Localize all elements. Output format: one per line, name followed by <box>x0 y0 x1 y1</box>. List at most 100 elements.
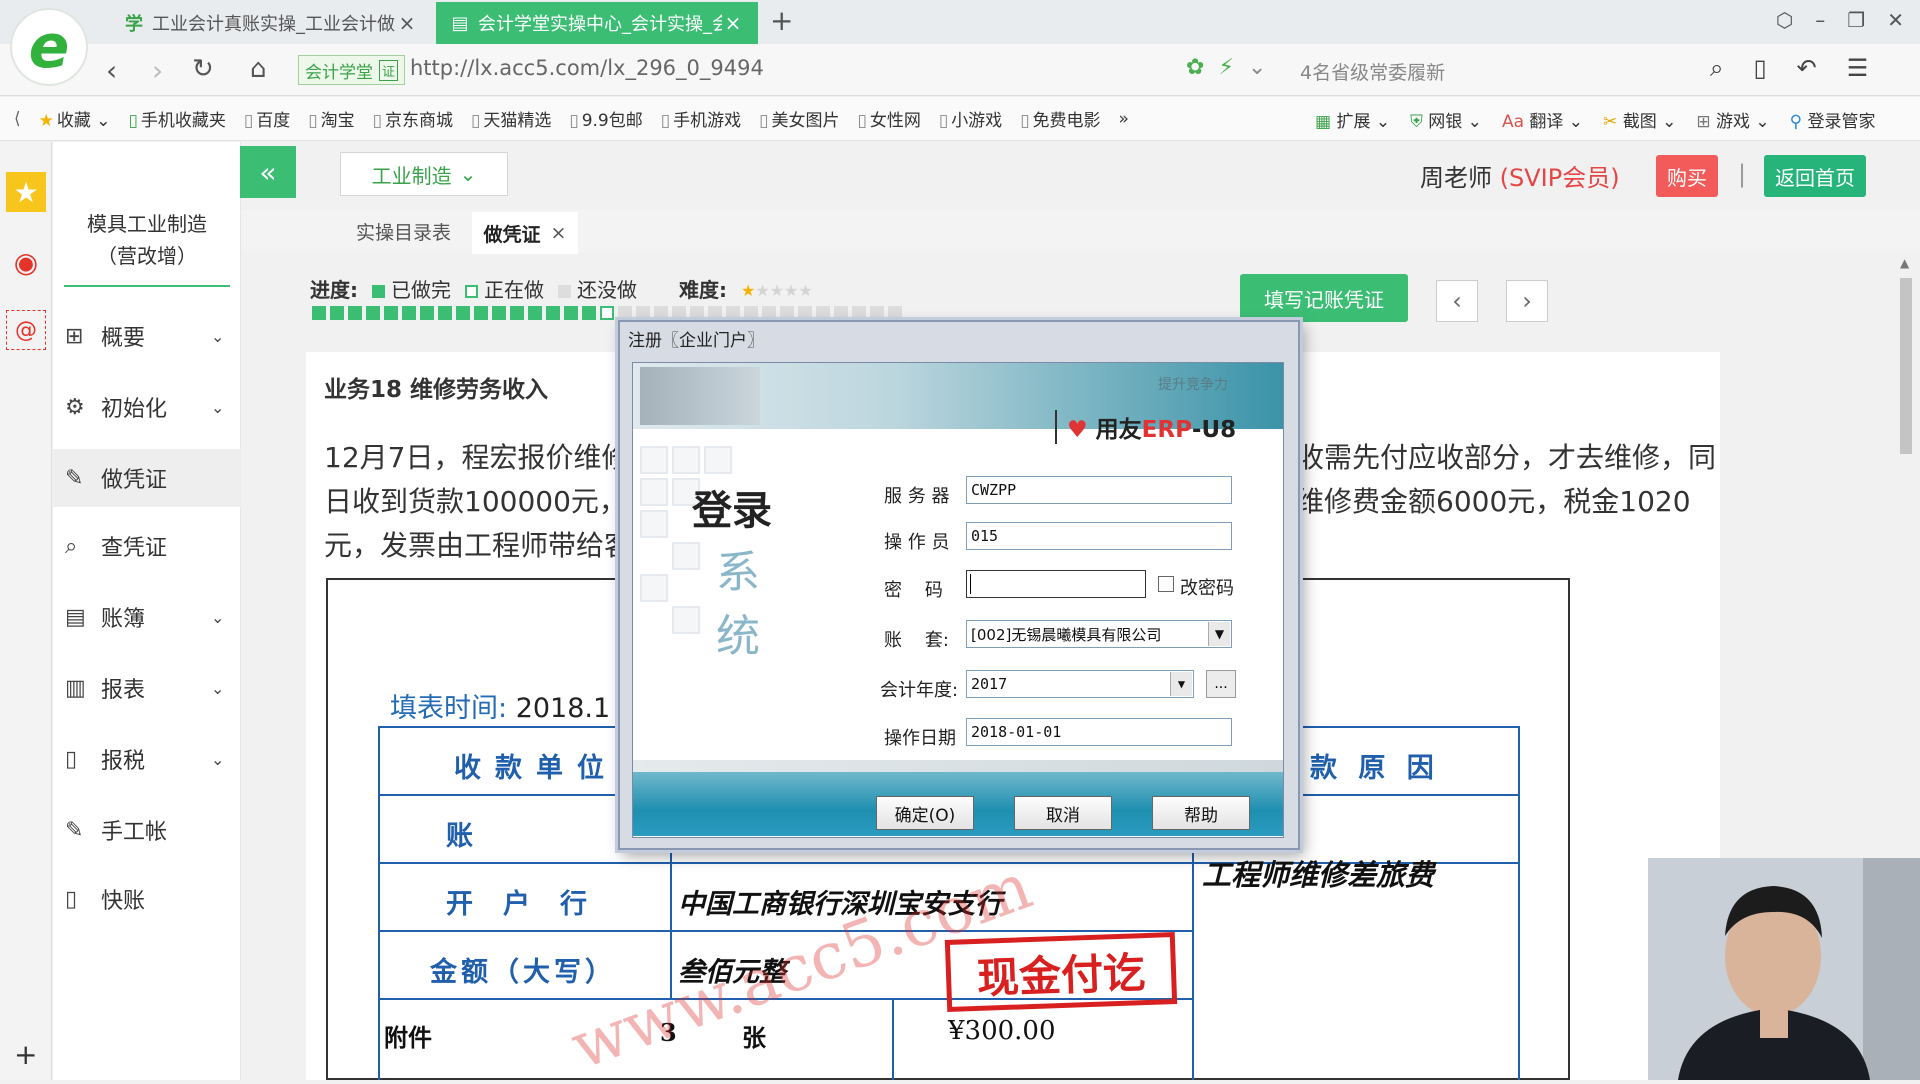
progress-step-done[interactable] <box>366 306 380 320</box>
ebank-tool[interactable]: ⛨ 网银 ⌄ <box>1410 107 1482 132</box>
skin-icon[interactable]: ⬡ <box>1776 8 1793 32</box>
bookmarks-toggle-icon[interactable]: ⟨ <box>14 109 21 129</box>
progress-step-done[interactable] <box>420 306 434 320</box>
next-button[interactable]: › <box>1506 280 1548 322</box>
progress-step-todo[interactable] <box>870 306 884 320</box>
progress-step-todo[interactable] <box>708 306 722 320</box>
browser-tab-2[interactable]: ▤ 会计学堂实操中心_会计实操_会 × <box>436 2 758 44</box>
bookmark-item[interactable]: ▯ 女性网 <box>857 106 920 131</box>
minimize-icon[interactable]: – <box>1815 8 1825 32</box>
search-icon[interactable]: ⌕ <box>1710 54 1723 82</box>
dropdown-arrow-icon[interactable]: ▼ <box>1170 672 1192 696</box>
progress-step-todo[interactable] <box>672 306 686 320</box>
browser-logo-icon[interactable]: e <box>10 8 88 86</box>
sidebar-item-manual-ledger[interactable]: ✎ 手工帐 <box>53 801 241 859</box>
sidebar-item-query-voucher[interactable]: ⌕ 查凭证 <box>53 517 241 575</box>
cancel-button[interactable]: 取消 <box>1014 796 1112 830</box>
home-icon[interactable]: ⌂ <box>250 54 267 84</box>
close-window-icon[interactable]: ✕ <box>1887 8 1904 32</box>
bookmark-item[interactable]: ▯ 9.9包邮 <box>569 106 642 131</box>
password-input[interactable] <box>966 570 1146 598</box>
bookmark-item[interactable]: ▯ 小游戏 <box>939 106 1002 131</box>
bookmark-item[interactable]: ▯ 淘宝 <box>308 106 354 131</box>
progress-step-todo[interactable] <box>726 306 740 320</box>
progress-step-todo[interactable] <box>798 306 812 320</box>
progress-step-done[interactable] <box>474 306 488 320</box>
ok-button[interactable]: 确定(O) <box>876 796 974 830</box>
site-badge[interactable]: 会计学堂 证 <box>298 55 406 85</box>
buy-button[interactable]: 购买 <box>1656 155 1718 197</box>
games-tool[interactable]: ⊞ 游戏 ⌄ <box>1696 107 1769 132</box>
menu-icon[interactable]: ☰ <box>1847 54 1869 82</box>
close-icon[interactable]: × <box>551 222 567 244</box>
extension-tool[interactable]: ▦ 扩展 ⌄ <box>1315 107 1390 132</box>
speed-icon[interactable]: ✿ <box>1186 55 1204 80</box>
sidebar-item-ledger[interactable]: ▤ 账簿 ⌄ <box>53 588 241 646</box>
bookmark-item[interactable]: ▯ 天猫精选 <box>471 106 551 131</box>
progress-step-doing[interactable] <box>600 306 614 320</box>
bookmark-item[interactable]: ▯ 百度 <box>244 106 290 131</box>
mobile-icon[interactable]: ▯ <box>1753 54 1766 82</box>
collapse-sidebar-button[interactable]: « <box>240 146 296 198</box>
progress-step-done[interactable] <box>384 306 398 320</box>
progress-step-done[interactable] <box>348 306 362 320</box>
progress-step-todo[interactable] <box>816 306 830 320</box>
return-home-button[interactable]: 返回首页 <box>1764 155 1866 197</box>
bookmarks-more[interactable]: » <box>1119 109 1129 129</box>
favorites-star-icon[interactable]: ★ <box>6 172 46 212</box>
account-set-select[interactable]: [002]无锡晨曦模具有限公司 ▼ <box>966 620 1232 648</box>
tab-catalog[interactable]: 实操目录表 <box>356 218 451 245</box>
add-icon[interactable]: + <box>14 1038 37 1071</box>
progress-step-done[interactable] <box>456 306 470 320</box>
back-icon[interactable]: ‹ <box>106 54 117 87</box>
progress-step-done[interactable] <box>330 306 344 320</box>
progress-step-todo[interactable] <box>690 306 704 320</box>
close-icon[interactable]: × <box>722 11 744 35</box>
progress-step-done[interactable] <box>492 306 506 320</box>
progress-step-todo[interactable] <box>744 306 758 320</box>
bookmark-favorites[interactable]: ★ 收藏 ⌄ <box>39 106 111 131</box>
progress-step-todo[interactable] <box>618 306 632 320</box>
tab-make-voucher[interactable]: 做凭证 × <box>472 212 578 254</box>
progress-step-todo[interactable] <box>762 306 776 320</box>
progress-step-done[interactable] <box>438 306 452 320</box>
bookmark-item[interactable]: ▯ 京东商城 <box>373 106 453 131</box>
operator-input[interactable]: 015 <box>966 522 1232 550</box>
fiscal-year-browse-button[interactable]: ... <box>1206 670 1236 698</box>
progress-step-todo[interactable] <box>636 306 650 320</box>
restore-icon[interactable]: ❐ <box>1847 8 1865 32</box>
new-tab-button[interactable]: + <box>770 4 793 37</box>
dropdown-arrow-icon[interactable]: ▼ <box>1208 622 1230 646</box>
browser-tab-1[interactable]: 学 工业会计真账实操_工业会计做账 × <box>110 2 432 44</box>
progress-step-done[interactable] <box>312 306 326 320</box>
sidebar-item-overview[interactable]: ⊞ 概要 ⌄ <box>53 307 241 365</box>
chevron-down-icon[interactable]: ⌄ <box>1248 55 1266 80</box>
close-icon[interactable]: × <box>396 11 418 35</box>
bookmark-item[interactable]: ▯ 手机收藏夹 <box>129 106 226 131</box>
sidebar-item-report[interactable]: ▥ 报表 ⌄ <box>53 659 241 717</box>
lightning-icon[interactable]: ⚡ <box>1218 55 1233 80</box>
prev-button[interactable]: ‹ <box>1436 280 1478 322</box>
fill-voucher-button[interactable]: 填写记账凭证 <box>1240 274 1408 322</box>
hot-search-input[interactable]: 4名省级常委履新 <box>1300 58 1445 85</box>
url-input[interactable]: http://lx.acc5.com/lx_296_0_9494 <box>410 56 764 80</box>
server-input[interactable]: CWZPP <box>966 476 1232 504</box>
sidebar-item-make-voucher[interactable]: ✎ 做凭证 <box>53 449 241 507</box>
progress-step-done[interactable] <box>582 306 596 320</box>
progress-step-todo[interactable] <box>654 306 668 320</box>
operation-date-input[interactable]: 2018-01-01 <box>966 718 1232 746</box>
progress-step-todo[interactable] <box>888 306 902 320</box>
progress-step-done[interactable] <box>546 306 560 320</box>
change-password-checkbox[interactable] <box>1158 576 1174 592</box>
bookmark-item[interactable]: ▯ 手机游戏 <box>661 106 741 131</box>
progress-step-done[interactable] <box>564 306 578 320</box>
progress-step-todo[interactable] <box>852 306 866 320</box>
sidebar-item-quick-ledger[interactable]: ▯ 快账 <box>53 870 241 928</box>
weibo-icon[interactable]: ◉ <box>6 242 46 282</box>
bookmark-item[interactable]: ▯ 美女图片 <box>759 106 839 131</box>
screenshot-tool[interactable]: ✂ 截图 ⌄ <box>1603 107 1676 132</box>
progress-step-done[interactable] <box>528 306 542 320</box>
forward-icon[interactable]: › <box>152 54 163 87</box>
bookmark-item[interactable]: ▯ 免费电影 <box>1020 106 1100 131</box>
progress-step-todo[interactable] <box>834 306 848 320</box>
